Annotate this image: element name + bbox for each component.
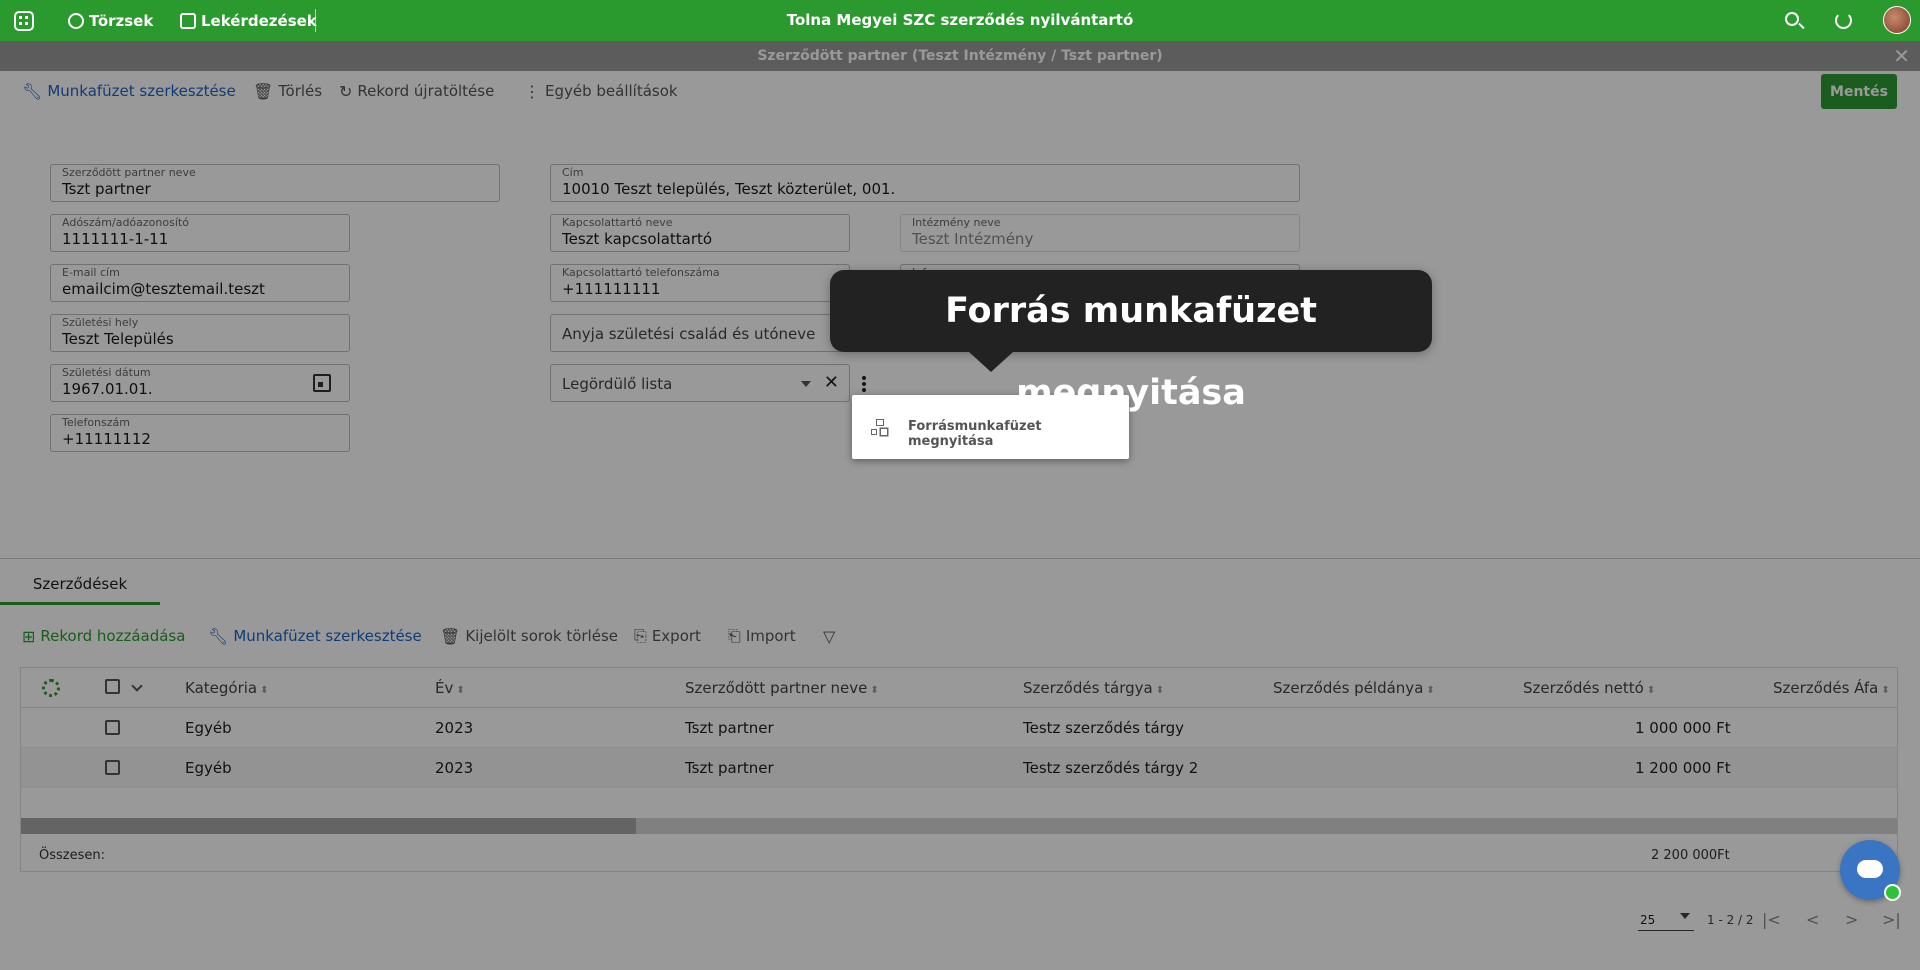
avatar[interactable] [1883,6,1911,34]
apps-icon[interactable] [14,11,34,31]
tutorial-overlay [0,41,1920,970]
sun-icon [68,12,84,29]
top-bar: Törzsek Lekérdezések Tolna Megyei SZC sz… [0,0,1920,41]
nav-lekerdezesek-label: Lekérdezések [201,11,317,30]
sitemap-icon [870,419,888,435]
chat-button[interactable] [1840,840,1901,901]
nav-lekerdezesek[interactable]: Lekérdezések [180,0,317,41]
nav-divider [315,9,316,32]
search-icon[interactable] [1785,12,1799,26]
refresh-icon[interactable] [1835,12,1852,29]
nav-torzsek-label: Törzsek [89,11,154,30]
database-icon [180,12,196,29]
tutorial-tooltip: Forrás munkafüzet megnyitása [830,270,1432,413]
nav-torzsek[interactable]: Törzsek [68,0,153,41]
